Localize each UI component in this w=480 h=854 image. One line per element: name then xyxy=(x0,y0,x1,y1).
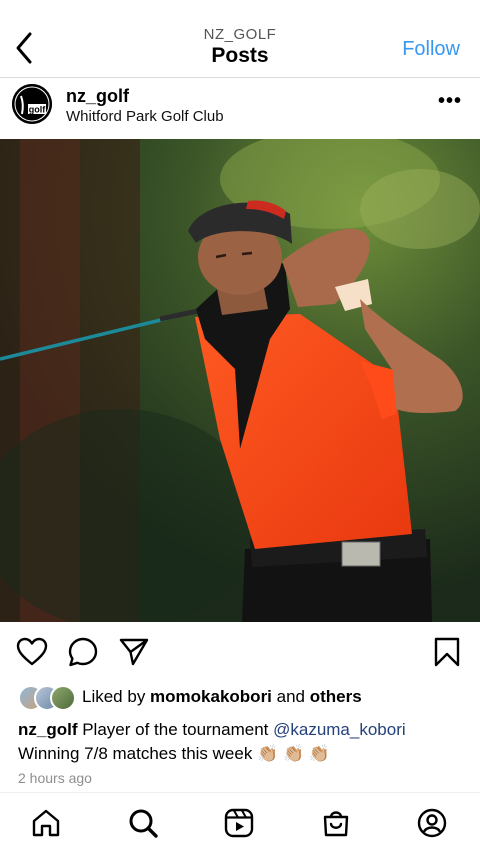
post-caption: nz_golf Player of the tournament @kazuma… xyxy=(18,720,406,763)
bottom-nav xyxy=(0,792,480,854)
search-icon[interactable] xyxy=(127,807,159,839)
liker-username[interactable]: momokakobori xyxy=(150,687,272,706)
nz-golf-logo: golf xyxy=(12,84,52,124)
post-header: golf nz_golf Whitford Park Golf Club ••• xyxy=(0,78,480,138)
post-location[interactable]: Whitford Park Golf Club xyxy=(66,108,224,125)
caption-username[interactable]: nz_golf xyxy=(18,720,78,739)
reels-icon[interactable] xyxy=(223,807,255,839)
comment-icon[interactable] xyxy=(67,636,99,668)
post-photo[interactable] xyxy=(0,139,480,622)
liker-avatar xyxy=(50,685,76,711)
likes-others-link[interactable]: others xyxy=(310,687,362,706)
avatar[interactable]: golf xyxy=(12,84,52,124)
more-options-icon[interactable]: ••• xyxy=(438,90,462,113)
svg-text:golf: golf xyxy=(29,105,46,115)
follow-button[interactable]: Follow xyxy=(402,38,460,61)
liker-avatars xyxy=(18,685,78,711)
heart-icon[interactable] xyxy=(16,636,48,668)
home-icon[interactable] xyxy=(30,807,62,839)
send-icon[interactable] xyxy=(118,636,150,668)
post-timestamp: 2 hours ago xyxy=(18,770,92,786)
shop-icon[interactable] xyxy=(320,807,352,839)
post-actions xyxy=(0,622,480,682)
post-username[interactable]: nz_golf xyxy=(66,86,129,107)
bookmark-icon[interactable] xyxy=(431,636,463,668)
top-bar: NZ_GOLF Posts Follow xyxy=(0,0,480,78)
liked-by-text: Liked by momokakobori and others xyxy=(82,687,362,706)
profile-icon[interactable] xyxy=(416,807,448,839)
caption-mention[interactable]: @kazuma_kobori xyxy=(273,720,406,739)
clap-emoji: 👏🏼 👏🏼 👏🏼 xyxy=(257,744,331,763)
